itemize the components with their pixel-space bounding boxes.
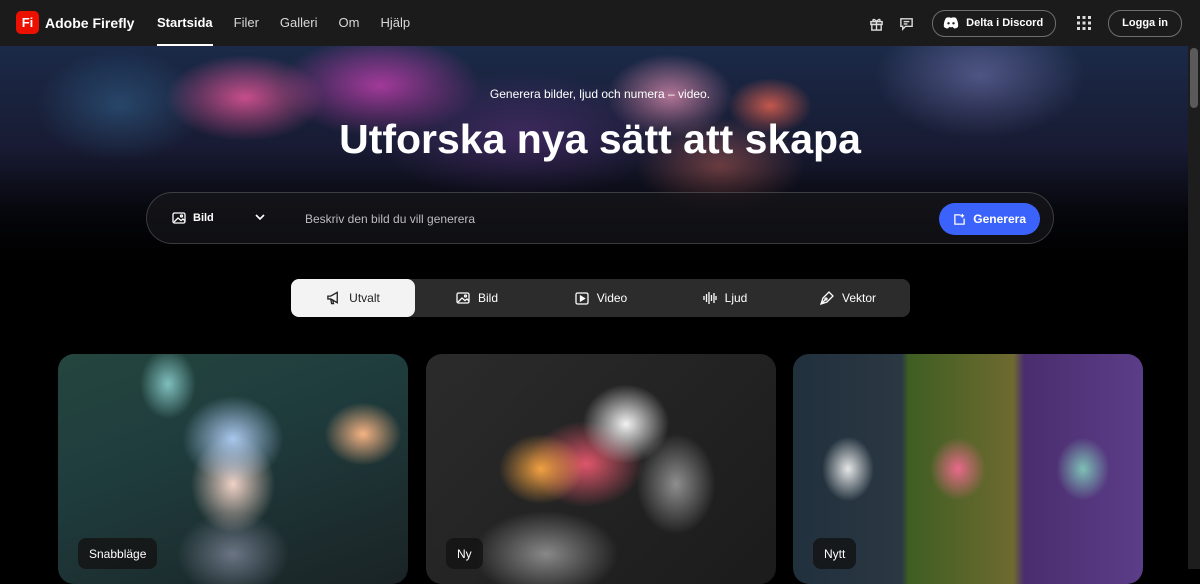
tab-vektor[interactable]: Vektor: [786, 279, 910, 317]
scrollbar-thumb[interactable]: [1190, 48, 1198, 108]
tab-label: Vektor: [841, 291, 877, 305]
brand-name: Adobe Firefly: [45, 14, 135, 31]
tab-label: Ljud: [724, 291, 748, 305]
image-icon: [456, 292, 470, 304]
tab-label: Bild: [477, 291, 498, 305]
tab-utvalt[interactable]: Utvalt: [291, 279, 415, 317]
megaphone-icon: [327, 291, 339, 305]
nav-item-hjalp[interactable]: Hjälp: [380, 0, 410, 46]
feature-card-snabblage[interactable]: Snabbläge: [58, 354, 408, 584]
hero-banner: Generera bilder, ljud och numera – video…: [0, 46, 1188, 271]
image-icon: [172, 212, 186, 224]
adobe-firefly-home-link[interactable]: Fi Adobe Firefly: [16, 11, 134, 34]
nav-item-galleri[interactable]: Galleri: [280, 0, 318, 46]
video-icon: [575, 291, 589, 305]
tab-ljud[interactable]: Ljud: [663, 279, 787, 317]
chevron-down-icon[interactable]: [254, 211, 266, 223]
generate-button[interactable]: Generera: [939, 203, 1040, 235]
generation-mode-select[interactable]: Bild: [172, 193, 214, 243]
header-tools: Delta i Discord Logga in: [864, 0, 1182, 46]
page-scrollbar[interactable]: [1188, 46, 1200, 569]
login-button[interactable]: Logga in: [1108, 9, 1182, 37]
feature-card-nytt[interactable]: Nytt: [793, 354, 1143, 584]
tab-bild[interactable]: Bild: [415, 279, 539, 317]
nav-item-om[interactable]: Om: [339, 0, 360, 46]
category-tabs: Utvalt Bild Video Ljud Vektor: [291, 279, 910, 317]
nav-item-startsida[interactable]: Startsida: [157, 0, 213, 46]
generate-icon: [954, 213, 966, 225]
card-badge: Snabbläge: [78, 538, 158, 569]
join-discord-button[interactable]: Delta i Discord: [932, 9, 1057, 37]
card-badge: Ny: [446, 538, 483, 569]
prompt-bar: Bild Generera: [146, 192, 1054, 244]
generate-label: Generera: [973, 212, 1026, 226]
tab-video[interactable]: Video: [539, 279, 663, 317]
gift-icon[interactable]: [864, 11, 888, 35]
hero-title: Utforska nya sätt att skapa: [339, 116, 861, 162]
top-navigation-bar: Fi Adobe Firefly Startsida Filer Galleri…: [0, 0, 1200, 46]
nav-item-filer[interactable]: Filer: [234, 0, 259, 46]
card-badge: Nytt: [813, 538, 857, 569]
pen-icon: [819, 291, 834, 305]
tab-label: Utvalt: [349, 291, 380, 305]
apps-grid-icon[interactable]: [1072, 11, 1096, 35]
chat-icon[interactable]: [894, 11, 918, 35]
discord-label: Delta i Discord: [966, 17, 1044, 29]
firefly-logo: Fi: [16, 11, 39, 34]
tab-label: Video: [596, 291, 628, 305]
generation-mode-label: Bild: [193, 212, 214, 224]
feature-card-ny[interactable]: Ny: [426, 354, 776, 584]
prompt-input[interactable]: [303, 206, 927, 232]
discord-icon: [943, 17, 959, 29]
hero-subtitle: Generera bilder, ljud och numera – video…: [489, 87, 711, 101]
main-nav: Startsida Filer Galleri Om Hjälp: [157, 0, 431, 46]
audio-wave-icon: [703, 292, 717, 304]
